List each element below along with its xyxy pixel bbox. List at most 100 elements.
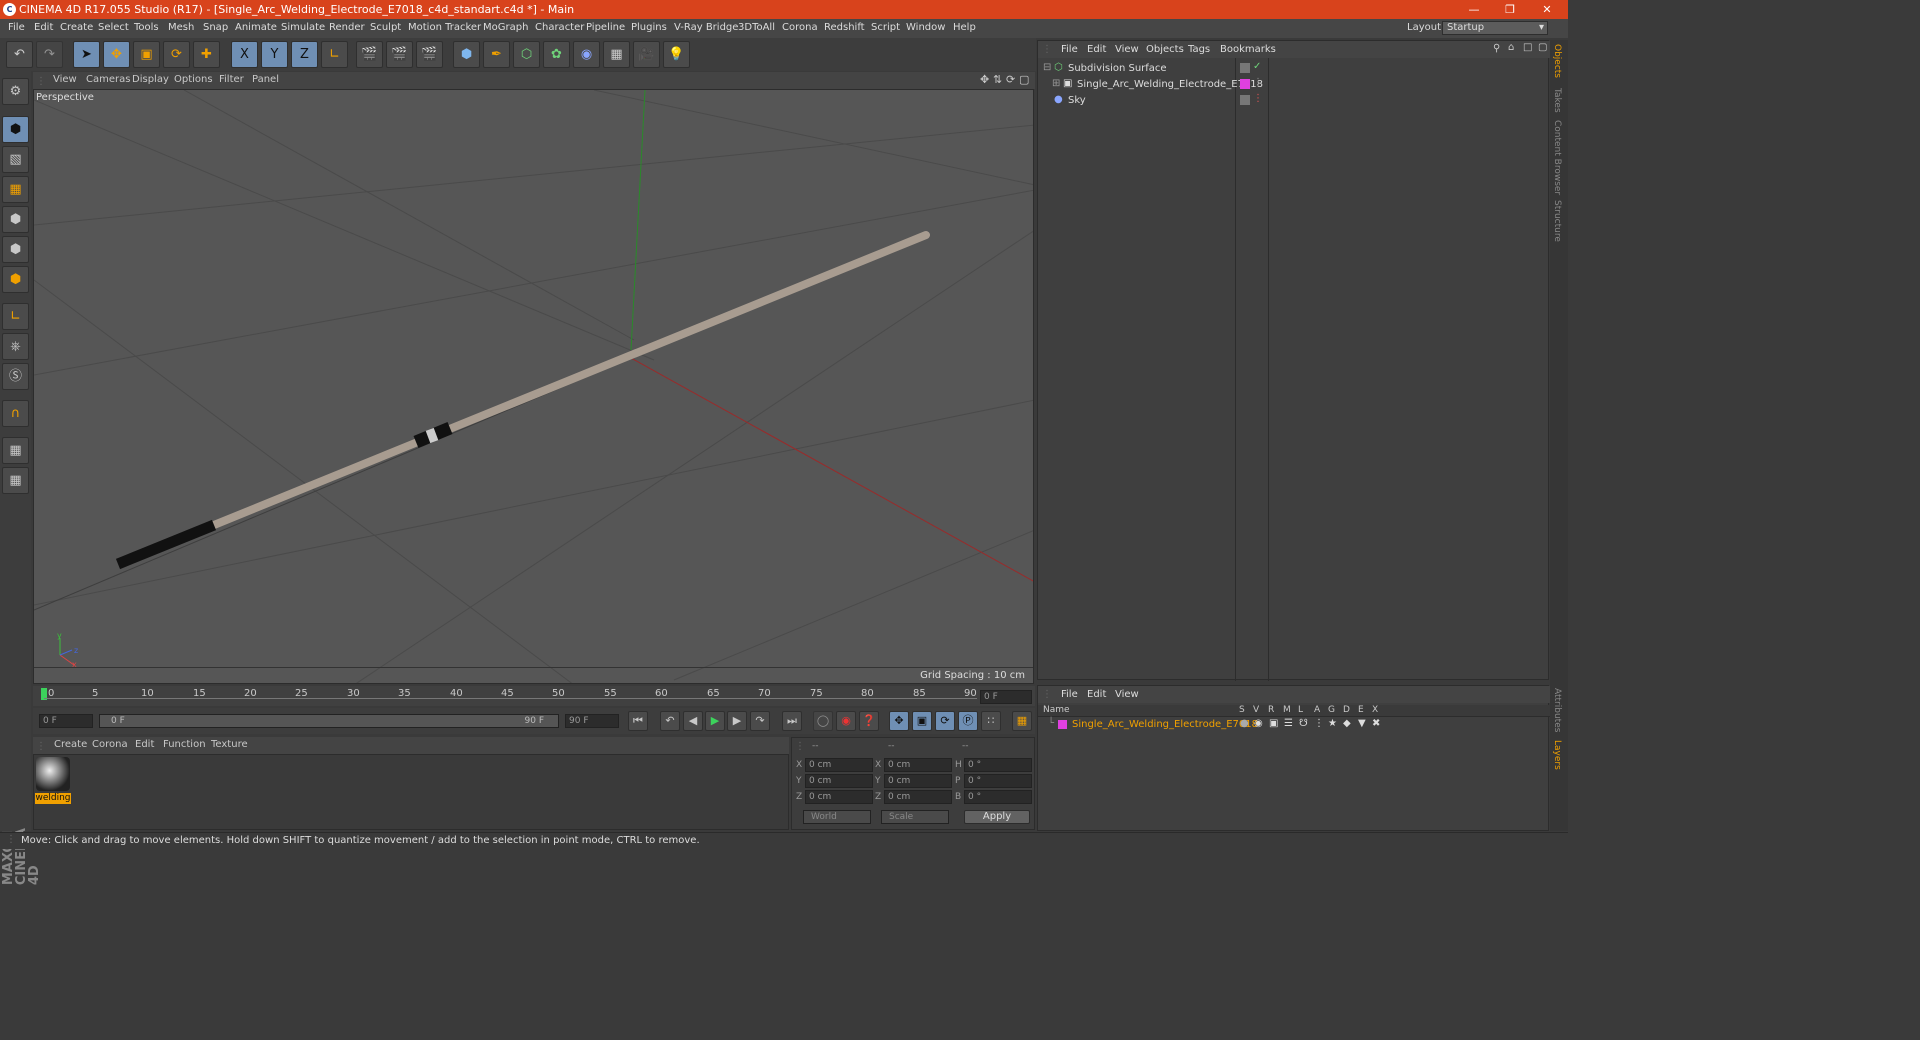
perspective-viewport[interactable]: y z x Perspective Grid Spacing : 10 cm [33,89,1034,684]
polygons-mode-button[interactable]: ⬢ [2,266,29,293]
axis-mode-button[interactable]: ∟ [2,303,29,330]
coordinate-system-button[interactable]: ∟ [321,41,348,68]
live-selection-button[interactable]: ➤ [73,41,100,68]
rotate-tool-button[interactable]: ⟳ [163,41,190,68]
material-menu-edit[interactable]: Edit [135,739,154,750]
key-position-button[interactable]: ✥ [889,711,909,731]
menu-vray-bridge[interactable]: V-Ray Bridge [674,22,738,33]
frame-range-slider[interactable]: 0 F 90 F [99,714,559,728]
rotation-b-field[interactable]: 0 ° [964,790,1032,804]
object-row-subdivision[interactable]: ⊟ ⬡ Subdivision Surface ✓ [1038,61,1550,77]
tab-attributes[interactable]: Attributes [1552,688,1562,732]
pen-spline-button[interactable]: ✒ [483,41,510,68]
animation-icon[interactable]: ⋮ [1314,718,1324,729]
object-row-electrode[interactable]: ⊞ ▣ Single_Arc_Welding_Electrode_E7018 ⋮ [1038,77,1550,93]
tweak-mode-button[interactable]: ⎈ [2,333,29,360]
position-y-field[interactable]: 0 cm [805,774,873,788]
timeline-ruler[interactable]: 0 5 10 15 20 25 30 35 40 45 50 55 60 65 … [33,686,1035,706]
close-button[interactable]: ✕ [1532,1,1562,18]
key-pla-button[interactable]: ∷ [981,711,1001,731]
menu-window[interactable]: Window [906,22,945,33]
enabled-check-icon[interactable]: ✓ [1253,61,1261,72]
maximize-panel-icon[interactable]: ▢ [1538,42,1547,53]
menu-mograph[interactable]: MoGraph [483,22,528,33]
tab-takes[interactable]: Takes [1552,88,1562,113]
object-row-sky[interactable]: ● Sky ⋮ [1038,93,1550,109]
layers-menu-edit[interactable]: Edit [1087,689,1106,700]
material-menu-create[interactable]: Create [54,739,87,750]
tab-layers[interactable]: Layers [1552,740,1562,770]
viewport-menu-panel[interactable]: Panel [252,74,279,85]
snap-button[interactable]: Ⓢ [2,363,29,390]
menu-3dtoall[interactable]: 3DToAll [738,22,775,33]
material-menu-corona[interactable]: Corona [92,739,128,750]
key-parameter-button[interactable]: Ⓟ [958,711,978,731]
menu-motion-tracker[interactable]: Motion Tracker [408,22,481,33]
menu-sculpt[interactable]: Sculpt [370,22,401,33]
minimize-button[interactable]: — [1459,1,1489,18]
menu-file[interactable]: File [8,22,25,33]
menu-corona[interactable]: Corona [782,22,818,33]
tab-objects[interactable]: Objects [1552,44,1562,78]
next-key-button[interactable]: ↷ [750,711,770,731]
menu-pipeline[interactable]: Pipeline [586,22,625,33]
objects-menu-edit[interactable]: Edit [1087,44,1106,55]
viewport-maximize-icon[interactable]: ▢ [1019,73,1029,86]
render-picture-viewer-button[interactable]: 🎬 [386,41,413,68]
menu-simulate[interactable]: Simulate [281,22,325,33]
lock-icon[interactable]: ☋ [1299,718,1308,729]
redo-button[interactable]: ↷ [36,41,63,68]
menu-plugins[interactable]: Plugins [631,22,667,33]
generators-icon[interactable]: ★ [1328,718,1337,729]
rotation-p-field[interactable]: 0 ° [964,774,1032,788]
undo-button[interactable]: ↶ [6,41,33,68]
objects-menu-tags[interactable]: Tags [1188,44,1210,55]
floor-button[interactable]: ▦ [603,41,630,68]
go-to-start-button[interactable]: ⏮ [628,711,648,731]
manager-icon[interactable]: ☰ [1284,718,1293,729]
menu-animate[interactable]: Animate [235,22,277,33]
visibility-dots-icon[interactable]: ⋮ [1253,93,1263,104]
viewport-menu-view[interactable]: View [53,74,77,85]
menu-character[interactable]: Character [535,22,584,33]
menu-snap[interactable]: Snap [203,22,228,33]
mograph-cloner-button[interactable]: ✿ [543,41,570,68]
next-frame-button[interactable]: ▶ [727,711,747,731]
objects-menu-objects[interactable]: Objects [1146,44,1184,55]
y-axis-button[interactable]: Y [261,41,288,68]
tab-content-browser[interactable]: Content Browser [1552,120,1562,195]
viewport-menu-options[interactable]: Options [174,74,213,85]
record-keys-button[interactable]: ◯ [813,711,833,731]
render-settings-button[interactable]: 🎬 [416,41,443,68]
objects-menu-view[interactable]: View [1115,44,1139,55]
make-editable-button[interactable]: ⚙ [2,78,29,105]
play-button[interactable]: ▶ [705,711,725,731]
size-y-field[interactable]: 0 cm [884,774,952,788]
material-menu-texture[interactable]: Texture [211,739,248,750]
new-window-icon[interactable]: □ [1523,42,1532,53]
menu-help[interactable]: Help [953,22,976,33]
menu-script[interactable]: Script [871,22,900,33]
viewport-menu-filter[interactable]: Filter [219,74,244,85]
expressions-icon[interactable]: ▼ [1358,718,1366,729]
edges-mode-button[interactable]: ⬢ [2,236,29,263]
menu-render[interactable]: Render [329,22,365,33]
viewport-rotate-icon[interactable]: ⟳ [1006,73,1015,86]
visible-icon[interactable]: ◉ [1254,718,1263,729]
size-x-field[interactable]: 0 cm [884,758,952,772]
move-tool-button[interactable]: ✥ [103,41,130,68]
magnet-button[interactable]: ∩ [2,400,29,427]
previous-key-button[interactable]: ↶ [660,711,680,731]
layers-menu-view[interactable]: View [1115,689,1139,700]
workplane-button[interactable]: ▦ [2,176,29,203]
end-frame-field[interactable]: 90 F [565,714,619,728]
xref-icon[interactable]: ✖ [1372,718,1380,729]
objects-menu-bookmarks[interactable]: Bookmarks [1220,44,1276,55]
material-thumbnail[interactable] [36,757,70,791]
keyframe-selection-button[interactable]: ❓ [859,711,879,731]
z-axis-button[interactable]: Z [291,41,318,68]
home-icon[interactable]: ⌂ [1508,42,1514,53]
locked-workplane-button[interactable]: ▦ [2,437,29,464]
key-scale-button[interactable]: ▣ [912,711,932,731]
key-rotation-button[interactable]: ⟳ [935,711,955,731]
